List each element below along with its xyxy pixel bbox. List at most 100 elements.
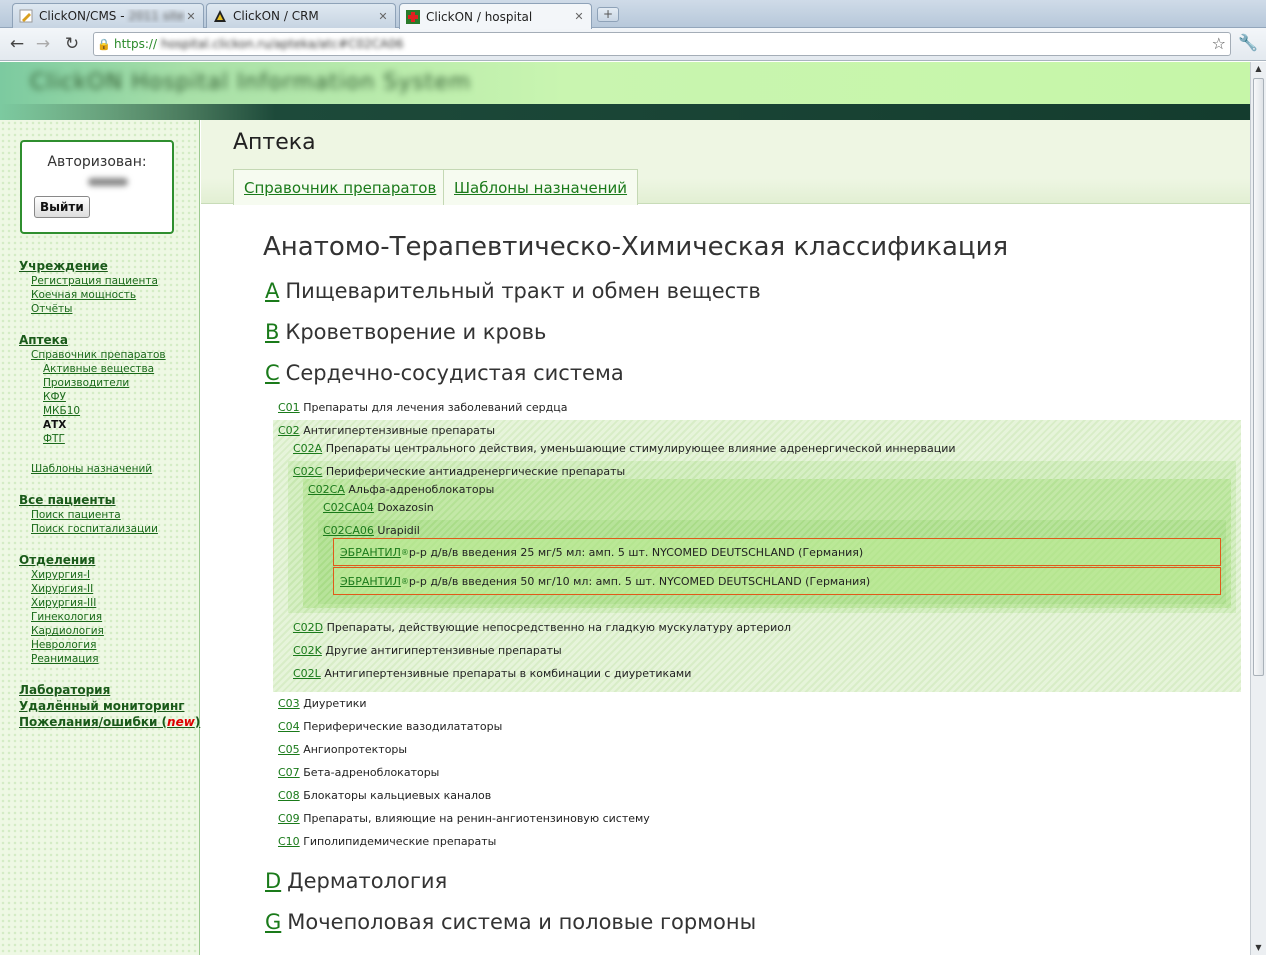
nav-pharmacy[interactable]: Аптека bbox=[19, 333, 68, 347]
atc-row-c09: C09 Препараты, влияющие на ренин-ангиоте… bbox=[278, 812, 650, 825]
atc-row-c04: C04 Периферические вазодилататоры bbox=[278, 720, 502, 733]
nav-mkb10[interactable]: МКБ10 bbox=[43, 405, 80, 417]
nav-surgery-3[interactable]: Хирургия-III bbox=[31, 597, 96, 609]
code-link[interactable]: C02C bbox=[293, 465, 322, 478]
code-link[interactable]: C02A bbox=[293, 442, 322, 455]
scrollbar-thumb[interactable] bbox=[1253, 78, 1264, 676]
browser-tab-cms[interactable]: ClickON/CMS - 2011 site ✕ bbox=[12, 3, 204, 28]
feedback-label-end: ) bbox=[194, 715, 201, 729]
nav-patient-search[interactable]: Поиск пациента bbox=[31, 509, 121, 521]
atc-row-c02a: C02A Препараты центрального действия, ум… bbox=[293, 442, 956, 455]
scroll-up-arrow-icon[interactable]: ▲ bbox=[1251, 62, 1266, 76]
main-content: Аптека Справочник препаратов Шаблоны наз… bbox=[201, 120, 1250, 955]
nav-reports[interactable]: Отчёты bbox=[31, 303, 72, 315]
nav-ftg[interactable]: ФТГ bbox=[43, 433, 65, 445]
nav-cardiology[interactable]: Кардиология bbox=[31, 625, 104, 637]
nav-kfu[interactable]: КФУ bbox=[43, 391, 66, 403]
group-code-link[interactable]: A bbox=[265, 279, 279, 303]
row-name: Препараты, влияющие на ренин-ангиотензин… bbox=[303, 812, 650, 825]
nav-drug-directory[interactable]: Справочник препаратов bbox=[31, 349, 166, 361]
browser-tab-hospital[interactable]: ClickON / hospital ✕ bbox=[399, 3, 592, 29]
drug-name-link[interactable]: ЭБРАНТИЛ bbox=[340, 575, 401, 588]
atc-group-d: D Дерматология bbox=[265, 869, 447, 893]
nav-laboratory[interactable]: Лаборатория bbox=[19, 683, 110, 697]
nav-all-patients[interactable]: Все пациенты bbox=[19, 493, 116, 507]
atc-group-b: B Кроветворение и кровь bbox=[265, 320, 546, 344]
atc-group-a: A Пищеварительный тракт и обмен веществ bbox=[265, 279, 761, 303]
address-bar[interactable]: 🔒 https:// hospital.clickon.ru/apteka/at… bbox=[93, 32, 1231, 56]
row-name: Ангиопротекторы bbox=[303, 743, 408, 756]
code-link[interactable]: C08 bbox=[278, 789, 300, 802]
nav-hospitalization-search[interactable]: Поиск госпитализации bbox=[31, 523, 158, 535]
code-link[interactable]: C02CA06 bbox=[323, 524, 374, 537]
group-name: Дерматология bbox=[287, 869, 448, 893]
back-arrow-icon[interactable]: ← bbox=[6, 33, 28, 55]
auth-box: Авторизован: Выйти bbox=[20, 140, 174, 234]
nav-departments[interactable]: Отделения bbox=[19, 553, 95, 567]
tab-prescription-templates[interactable]: Шаблоны назначений bbox=[443, 169, 639, 205]
warning-triangle-icon bbox=[213, 9, 227, 23]
code-link[interactable]: C09 bbox=[278, 812, 300, 825]
code-link[interactable]: C02 bbox=[278, 424, 300, 437]
site-logo: ClickON Hospital Information System bbox=[30, 70, 472, 95]
row-name: Гиполипидемические препараты bbox=[303, 835, 497, 848]
nav-prescription-templates[interactable]: Шаблоны назначений bbox=[31, 463, 152, 475]
row-name: Препараты для лечения заболеваний сердца bbox=[303, 401, 568, 414]
code-link[interactable]: C02CA bbox=[308, 483, 345, 496]
row-name: Препараты, действующие непосредственно н… bbox=[326, 621, 791, 634]
close-tab-icon[interactable]: ✕ bbox=[185, 10, 197, 23]
group-code-link[interactable]: G bbox=[265, 910, 281, 934]
logout-button[interactable]: Выйти bbox=[34, 196, 90, 218]
drug-name-link[interactable]: ЭБРАНТИЛ bbox=[340, 546, 401, 559]
nav-institution[interactable]: Учреждение bbox=[19, 259, 108, 273]
group-code-link[interactable]: D bbox=[265, 869, 281, 893]
sidebar: Авторизован: Выйти Учреждение Регистраци… bbox=[0, 120, 200, 955]
pencil-icon bbox=[19, 9, 33, 23]
bookmark-star-icon[interactable]: ☆ bbox=[1212, 34, 1226, 53]
forward-arrow-icon[interactable]: → bbox=[32, 33, 54, 55]
code-link[interactable]: C02CA04 bbox=[323, 501, 374, 514]
nav-manufacturers[interactable]: Производители bbox=[43, 377, 129, 389]
code-link[interactable]: C10 bbox=[278, 835, 300, 848]
code-link[interactable]: C02K bbox=[293, 644, 322, 657]
nav-surgery-1[interactable]: Хирургия-I bbox=[31, 569, 90, 581]
atc-row-c07: C07 Бета-адреноблокаторы bbox=[278, 766, 439, 779]
nav-feedback[interactable]: Пожелания/ошибки (new) bbox=[19, 715, 200, 729]
close-tab-icon[interactable]: ✕ bbox=[377, 10, 389, 23]
close-tab-icon[interactable]: ✕ bbox=[573, 10, 585, 23]
code-link[interactable]: C04 bbox=[278, 720, 300, 733]
row-name: Периферические антиадренергические препа… bbox=[325, 465, 626, 478]
registered-mark: ® bbox=[400, 576, 409, 586]
atc-row-c02k: C02K Другие антигипертензивные препараты bbox=[293, 644, 562, 657]
new-tab-button[interactable]: + bbox=[597, 7, 619, 22]
code-link[interactable]: C01 bbox=[278, 401, 300, 414]
nav-surgery-2[interactable]: Хирургия-II bbox=[31, 583, 93, 595]
scroll-down-arrow-icon[interactable]: ▼ bbox=[1251, 941, 1266, 955]
nav-reanimation[interactable]: Реанимация bbox=[31, 653, 99, 665]
tab-title: ClickON / hospital bbox=[426, 9, 533, 24]
nav-remote-monitoring[interactable]: Удалённый мониторинг bbox=[19, 699, 185, 713]
group-code-link[interactable]: B bbox=[265, 320, 279, 344]
wrench-icon[interactable]: 🔧 bbox=[1238, 33, 1258, 52]
nav-gynecology[interactable]: Гинекология bbox=[31, 611, 102, 623]
vertical-scrollbar[interactable]: ▲ ▼ bbox=[1250, 62, 1266, 955]
nav-neurology[interactable]: Неврология bbox=[31, 639, 96, 651]
username-blurred bbox=[88, 178, 128, 186]
tab-title-blurred: 2011 site bbox=[128, 9, 185, 23]
tab-drug-directory[interactable]: Справочник препаратов bbox=[233, 169, 448, 205]
code-link[interactable]: C03 bbox=[278, 697, 300, 710]
nav-bed-capacity[interactable]: Коечная мощность bbox=[31, 289, 136, 301]
code-link[interactable]: C02L bbox=[293, 667, 321, 680]
reload-icon[interactable]: ↻ bbox=[61, 33, 83, 55]
atc-row-c02: C02 Антигипертензивные препараты bbox=[278, 424, 495, 437]
nav-active-substances[interactable]: Активные вещества bbox=[43, 363, 154, 375]
group-code-link[interactable]: C bbox=[265, 361, 280, 385]
row-name: Диуретики bbox=[303, 697, 367, 710]
browser-tab-crm[interactable]: ClickON / CRM ✕ bbox=[206, 3, 396, 28]
code-link[interactable]: C05 bbox=[278, 743, 300, 756]
nav-patient-registration[interactable]: Регистрация пациента bbox=[31, 275, 158, 287]
content-header: Аптека Справочник препаратов Шаблоны наз… bbox=[201, 120, 1250, 205]
group-name: Сердечно-сосудистая система bbox=[285, 361, 624, 385]
code-link[interactable]: C07 bbox=[278, 766, 300, 779]
code-link[interactable]: C02D bbox=[293, 621, 323, 634]
